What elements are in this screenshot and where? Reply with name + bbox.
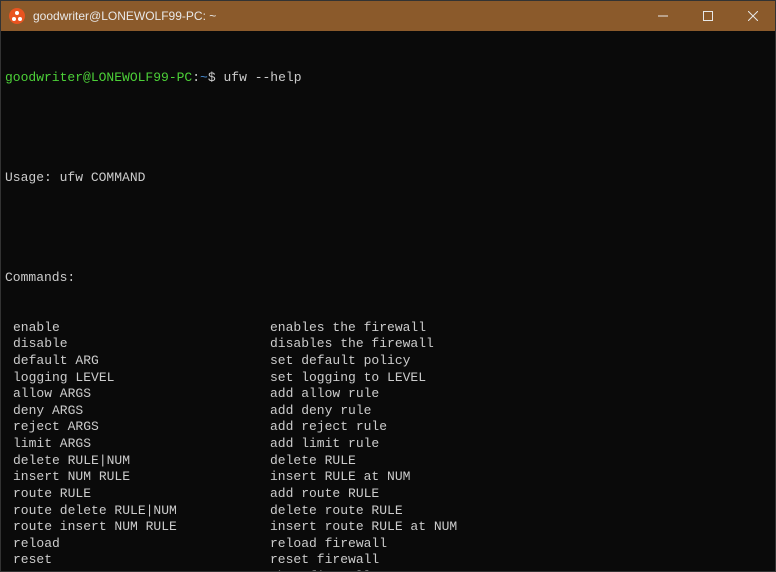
- close-button[interactable]: [730, 1, 775, 31]
- window-controls: [640, 1, 775, 31]
- command-row: default ARGset default policy: [5, 353, 771, 370]
- command-name: reload: [5, 536, 270, 553]
- command-name: logging LEVEL: [5, 370, 270, 387]
- command-name: reject ARGS: [5, 419, 270, 436]
- command-description: delete route RULE: [270, 503, 403, 520]
- command-row: route delete RULE|NUMdelete route RULE: [5, 503, 771, 520]
- prompt-colon: :: [192, 70, 200, 85]
- command-description: add deny rule: [270, 403, 371, 420]
- commands-header: Commands:: [5, 270, 771, 287]
- command-description: add route RULE: [270, 486, 379, 503]
- usage-line: Usage: ufw COMMAND: [5, 170, 771, 187]
- command-description: enables the firewall: [270, 320, 426, 337]
- command-name: route delete RULE|NUM: [5, 503, 270, 520]
- command-name: delete RULE|NUM: [5, 453, 270, 470]
- maximize-icon: [703, 11, 713, 21]
- command-description: add allow rule: [270, 386, 379, 403]
- command-row: resetreset firewall: [5, 552, 771, 569]
- command-row: route RULEadd route RULE: [5, 486, 771, 503]
- command-row: disabledisables the firewall: [5, 336, 771, 353]
- ubuntu-icon: [9, 8, 25, 24]
- command-name: status: [5, 569, 270, 571]
- close-icon: [748, 11, 758, 21]
- prompt-user-host: goodwriter@LONEWOLF99-PC: [5, 70, 192, 85]
- window-title: goodwriter@LONEWOLF99-PC: ~: [33, 9, 640, 23]
- terminal-body[interactable]: goodwriter@LONEWOLF99-PC:~$ ufw --help U…: [1, 31, 775, 571]
- command-row: reloadreload firewall: [5, 536, 771, 553]
- prompt-dollar: $: [208, 70, 216, 85]
- command-name: allow ARGS: [5, 386, 270, 403]
- command-name: reset: [5, 552, 270, 569]
- minimize-button[interactable]: [640, 1, 685, 31]
- command-description: set logging to LEVEL: [270, 370, 426, 387]
- command-name: deny ARGS: [5, 403, 270, 420]
- command-description: add limit rule: [270, 436, 379, 453]
- command-description: reload firewall: [270, 536, 387, 553]
- command-row: allow ARGSadd allow rule: [5, 386, 771, 403]
- blank-line: [5, 120, 771, 137]
- typed-command: ufw --help: [223, 70, 301, 85]
- command-row: statusshow firewall status: [5, 569, 771, 571]
- command-row: limit ARGSadd limit rule: [5, 436, 771, 453]
- command-row: enableenables the firewall: [5, 320, 771, 337]
- command-name: disable: [5, 336, 270, 353]
- command-description: insert route RULE at NUM: [270, 519, 457, 536]
- command-description: set default policy: [270, 353, 410, 370]
- command-row: deny ARGSadd deny rule: [5, 403, 771, 420]
- command-description: add reject rule: [270, 419, 387, 436]
- command-name: default ARG: [5, 353, 270, 370]
- command-name: enable: [5, 320, 270, 337]
- titlebar[interactable]: goodwriter@LONEWOLF99-PC: ~: [1, 1, 775, 31]
- command-row: reject ARGSadd reject rule: [5, 419, 771, 436]
- minimize-icon: [658, 11, 668, 21]
- command-row: insert NUM RULEinsert RULE at NUM: [5, 469, 771, 486]
- command-name: route RULE: [5, 486, 270, 503]
- terminal-window: goodwriter@LONEWOLF99-PC: ~ goodwriter@L…: [0, 0, 776, 572]
- command-description: delete RULE: [270, 453, 356, 470]
- command-description: disables the firewall: [270, 336, 434, 353]
- command-row: route insert NUM RULEinsert route RULE a…: [5, 519, 771, 536]
- command-name: limit ARGS: [5, 436, 270, 453]
- command-description: reset firewall: [270, 552, 379, 569]
- prompt-line: goodwriter@LONEWOLF99-PC:~$ ufw --help: [5, 70, 771, 87]
- blank-line: [5, 220, 771, 237]
- prompt-path: ~: [200, 70, 208, 85]
- maximize-button[interactable]: [685, 1, 730, 31]
- commands-list: enableenables the firewalldisabledisable…: [5, 320, 771, 571]
- command-row: logging LEVELset logging to LEVEL: [5, 370, 771, 387]
- command-description: show firewall status: [270, 569, 426, 571]
- command-row: delete RULE|NUMdelete RULE: [5, 453, 771, 470]
- command-name: insert NUM RULE: [5, 469, 270, 486]
- command-name: route insert NUM RULE: [5, 519, 270, 536]
- command-description: insert RULE at NUM: [270, 469, 410, 486]
